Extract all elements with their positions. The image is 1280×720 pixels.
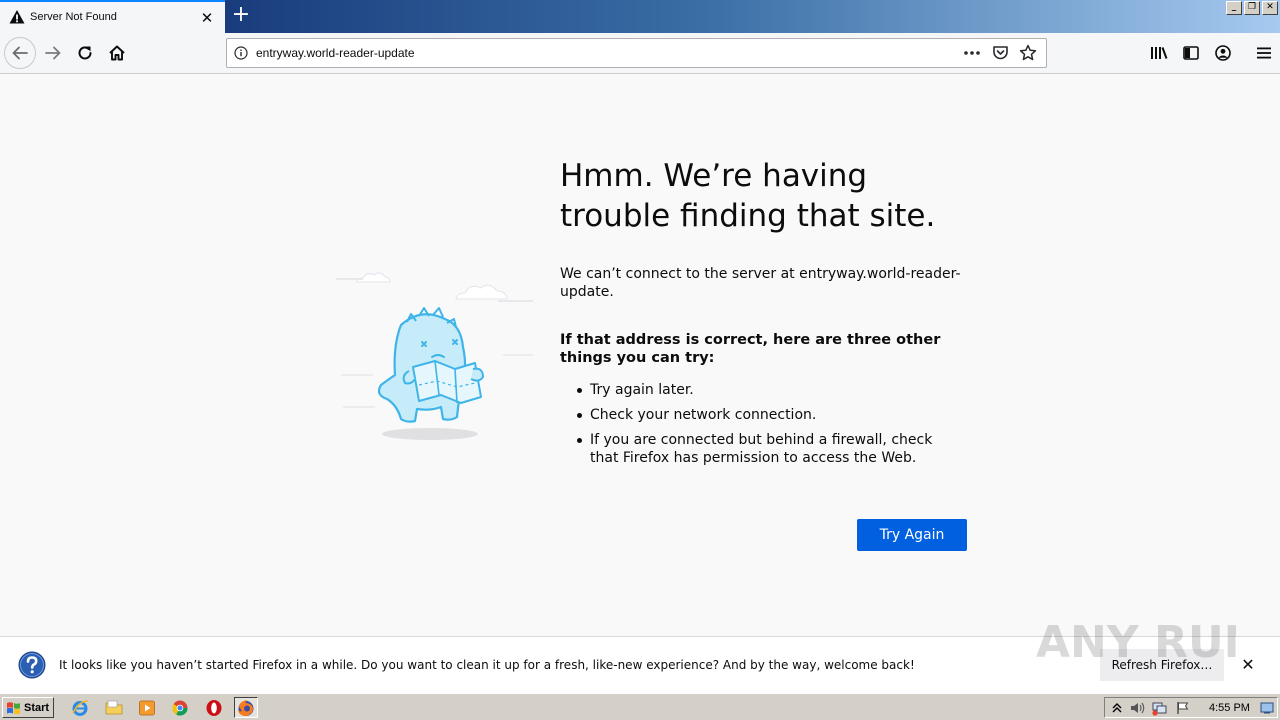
sidebar-button[interactable]: [1175, 37, 1207, 69]
notification-close-icon[interactable]: ✕: [1238, 655, 1258, 675]
chrome-icon: [172, 700, 188, 716]
library-icon: [1151, 47, 1168, 59]
pocket-button[interactable]: [988, 43, 1012, 63]
taskbar-chrome[interactable]: [168, 697, 192, 718]
suggestions-list: Try again later. Check your network conn…: [576, 381, 956, 474]
firefox-icon: [238, 699, 254, 716]
volume-icon[interactable]: [1129, 700, 1145, 716]
close-window-button[interactable]: ✕: [1262, 1, 1278, 15]
start-button[interactable]: Start: [2, 697, 54, 718]
question-icon: [18, 651, 46, 679]
site-info-icon[interactable]: [234, 46, 248, 60]
address-bar[interactable]: entryway.world-reader-update: [226, 38, 1047, 68]
navigation-toolbar: entryway.world-reader-update: [0, 33, 1280, 74]
tab-close-icon[interactable]: ✕: [199, 10, 215, 26]
home-button[interactable]: [101, 37, 133, 69]
forward-button[interactable]: [37, 37, 69, 69]
sidebar-icon: [1183, 46, 1199, 60]
forward-arrow-icon: [45, 46, 61, 60]
taskbar-media-player[interactable]: [135, 697, 159, 718]
start-label: Start: [24, 701, 50, 714]
taskbar-opera[interactable]: [202, 697, 226, 718]
tab-strip: Server Not Found ✕ + _ ❐ ✕: [0, 0, 1280, 33]
tab-title: Server Not Found: [30, 11, 117, 23]
opera-icon: [206, 699, 222, 716]
windows-logo-icon: [7, 701, 20, 714]
warning-icon: [9, 10, 25, 24]
account-button[interactable]: [1207, 37, 1239, 69]
media-player-icon: [139, 700, 155, 715]
refresh-notification-bar: It looks like you haven’t started Firefo…: [0, 636, 1280, 693]
page-actions-button[interactable]: [960, 43, 984, 63]
window-controls: _ ❐ ✕: [1226, 1, 1278, 15]
folder-icon: [105, 700, 123, 714]
url-text[interactable]: entryway.world-reader-update: [256, 46, 415, 60]
back-arrow-icon: [12, 46, 28, 60]
suggestion-item: Try again later.: [576, 381, 956, 399]
reload-button[interactable]: [69, 37, 101, 69]
hamburger-menu-icon: [1257, 47, 1271, 59]
bookmark-star-button[interactable]: [1016, 43, 1040, 63]
suggestion-item: Check your network connection.: [576, 406, 956, 424]
star-icon: [1019, 44, 1037, 61]
url-actions: [960, 43, 1040, 63]
error-description: We can’t connect to the server at entryw…: [560, 266, 961, 300]
library-button[interactable]: [1143, 37, 1175, 69]
back-button[interactable]: [4, 37, 36, 69]
menu-button[interactable]: [1248, 37, 1280, 69]
taskbar-firefox[interactable]: [234, 697, 258, 718]
reload-icon: [78, 46, 92, 60]
notification-message: It looks like you haven’t started Firefo…: [59, 658, 915, 672]
home-icon: [109, 45, 125, 61]
internet-explorer-icon: [72, 699, 89, 716]
suggestions-header: If that address is correct, here are thr…: [560, 332, 941, 366]
more-dots-icon: [964, 51, 980, 55]
toolbar-right: [1143, 37, 1280, 69]
show-desktop-icon[interactable]: [1259, 700, 1275, 716]
refresh-firefox-button[interactable]: Refresh Firefox…: [1100, 649, 1224, 681]
lost-dinosaur-illustration: [336, 272, 533, 440]
new-tab-button[interactable]: +: [229, 4, 253, 28]
suggestion-item: If you are connected but behind a firewa…: [576, 431, 956, 467]
taskbar-internet-explorer[interactable]: [68, 697, 92, 718]
try-again-button[interactable]: Try Again: [857, 519, 967, 551]
system-tray: 4:55 PM: [1104, 697, 1278, 718]
minimize-button[interactable]: _: [1226, 1, 1242, 15]
tray-expand-icon[interactable]: [1109, 700, 1125, 716]
action-center-flag-icon[interactable]: [1175, 700, 1191, 716]
account-icon: [1215, 45, 1231, 61]
network-icon[interactable]: [1151, 700, 1167, 716]
error-title: Hmm. We’re having trouble finding that s…: [560, 158, 936, 234]
pocket-icon: [992, 46, 1008, 60]
taskbar-explorer[interactable]: [102, 697, 126, 718]
taskbar-clock: 4:55 PM: [1209, 702, 1250, 714]
restore-button[interactable]: ❐: [1244, 1, 1260, 15]
tab-server-not-found[interactable]: Server Not Found ✕: [0, 0, 225, 33]
windows-taskbar: Start 4:55 PM: [0, 693, 1280, 720]
